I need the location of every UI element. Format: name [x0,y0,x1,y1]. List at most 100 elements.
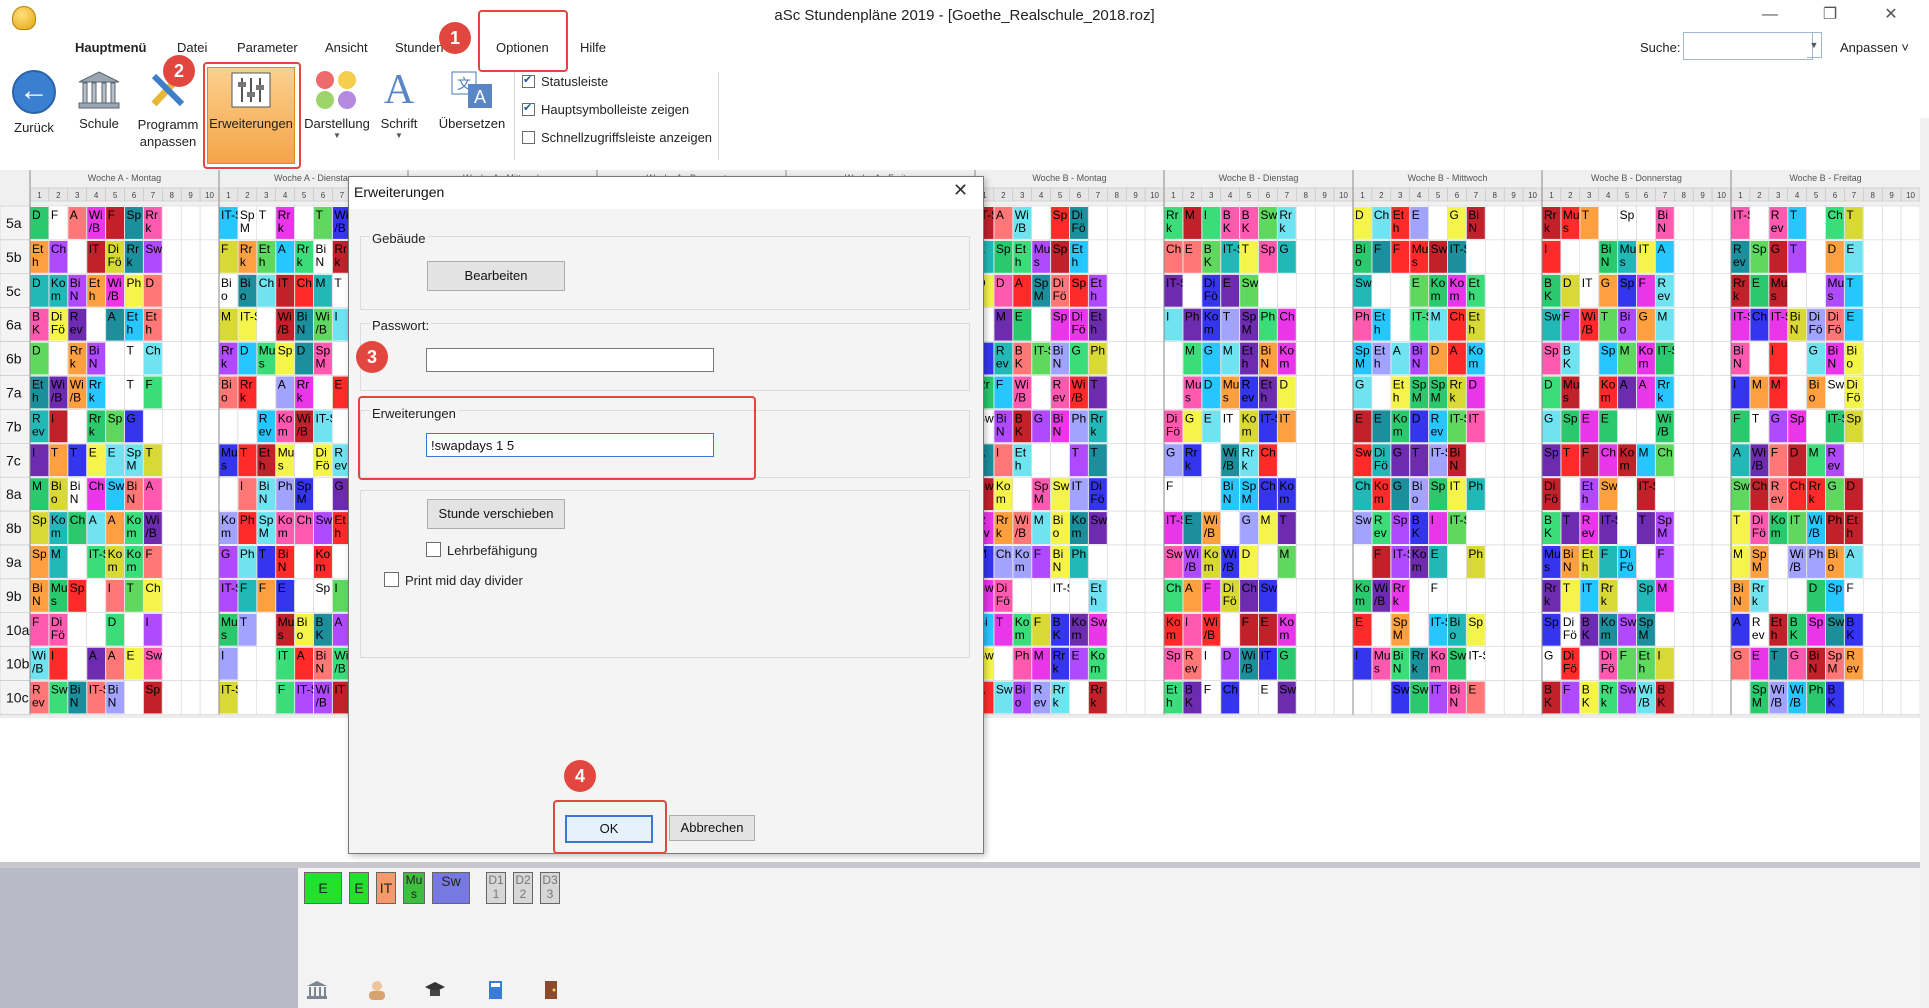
timetable-slot[interactable] [1333,273,1354,308]
timetable-slot[interactable] [1258,273,1278,308]
timetable-slot[interactable] [162,544,182,580]
timetable-slot[interactable] [294,205,314,241]
timetable-slot[interactable] [1900,476,1920,512]
timetable-slot[interactable] [1522,307,1543,342]
tab-parameter[interactable]: Parameter [237,40,298,55]
timetable-slot[interactable] [1333,409,1354,444]
timetable-slot[interactable] [1352,680,1373,715]
timetable-slot[interactable] [180,239,201,275]
timetable-slot[interactable] [162,510,182,546]
timetable-slot[interactable] [1674,476,1694,512]
timetable-slot[interactable] [1012,578,1032,614]
timetable-slot[interactable] [294,578,314,614]
timetable-slot[interactable] [1711,205,1732,241]
timetable-slot[interactable] [1900,646,1920,681]
timetable-slot[interactable] [1844,680,1864,715]
timetable-slot[interactable] [1333,510,1354,546]
timetable-slot[interactable] [1314,409,1335,444]
timetable-slot[interactable] [1787,273,1807,308]
timetable-slot[interactable] [1333,578,1354,614]
timetable-slot[interactable] [1863,646,1883,681]
class-label[interactable]: 5a [6,215,22,231]
timetable-slot[interactable] [1881,680,1902,715]
timetable-slot[interactable] [1144,612,1165,647]
timetable-slot[interactable] [162,578,182,614]
timetable-slot[interactable] [1711,578,1732,614]
timetable-slot[interactable] [1144,510,1165,546]
timetable-slot[interactable] [162,476,182,512]
timetable-slot[interactable] [1560,476,1581,512]
timetable-slot[interactable] [1296,476,1316,512]
timetable-slot[interactable] [1749,341,1770,376]
timetable-slot[interactable] [1125,476,1146,512]
timetable-slot[interactable] [67,239,87,275]
timetable-slot[interactable] [1333,476,1354,512]
timetable-slot[interactable] [199,375,220,410]
timetable-slot[interactable] [1296,239,1316,275]
timetable-slot[interactable] [1881,239,1902,275]
timetable-slot[interactable] [1466,239,1486,275]
close-window-button[interactable]: ✕ [1868,2,1914,28]
timetable-slot[interactable] [1692,409,1713,444]
timetable-slot[interactable] [1900,544,1920,580]
timetable-slot[interactable] [1768,544,1788,580]
timetable-slot[interactable] [1031,307,1051,342]
card-d1[interactable]: D1 1 [486,872,506,904]
card-it[interactable]: IT [376,872,396,904]
timetable-slot[interactable] [1314,307,1335,342]
timetable-slot[interactable] [180,510,201,546]
timetable-slot[interactable] [86,612,106,647]
timetable-slot[interactable] [1069,680,1089,715]
timetable-slot[interactable] [162,409,182,444]
timetable-slot[interactable] [1503,239,1524,275]
main-toolbar-checkbox[interactable]: Hauptsymbolleiste zeigen [522,101,689,117]
timetable-slot[interactable] [1881,307,1902,342]
timetable-slot[interactable] [1881,646,1902,681]
timetable-slot[interactable] [86,578,106,614]
timetable-slot[interactable] [1314,375,1335,410]
timetable-slot[interactable] [1107,205,1127,241]
timetable-slot[interactable] [199,443,220,478]
timetable-slot[interactable] [1333,443,1354,478]
timetable-slot[interactable] [313,476,333,512]
timetable-slot[interactable] [1617,476,1637,512]
quick-access-checkbox[interactable]: Schnellzugriffsleiste anzeigen [522,130,712,145]
timetable-slot[interactable] [237,680,258,715]
timetable-slot[interactable] [1485,273,1505,308]
timetable-slot[interactable] [1522,680,1543,715]
timetable-slot[interactable] [1503,443,1524,478]
timetable-slot[interactable] [1881,409,1902,444]
display-button[interactable]: Darstellung ▼ [302,70,372,140]
card-e[interactable]: E [349,872,369,904]
timetable-slot[interactable] [1674,307,1694,342]
timetable-slot[interactable] [1711,341,1732,376]
timetable-slot[interactable] [1768,578,1788,614]
timetable-slot[interactable] [1031,578,1051,614]
timetable-slot[interactable] [1333,646,1354,681]
timetable-slot[interactable] [1125,510,1146,546]
cancel-button[interactable]: Abbrechen [669,815,755,841]
timetable-slot[interactable] [1296,341,1316,376]
timetable-slot[interactable] [86,307,106,342]
timetable-slot[interactable] [1314,510,1335,546]
card-sw[interactable]: Sw [432,872,470,904]
print-mid-day-divider-checkbox[interactable]: Print mid day divider [384,572,523,588]
timetable-slot[interactable] [1182,476,1203,512]
timetable-slot[interactable] [1900,578,1920,614]
timetable-slot[interactable] [1144,646,1165,681]
timetable-slot[interactable] [1711,443,1732,478]
graduation-cap-icon[interactable] [424,980,446,1000]
timetable-slot[interactable] [105,341,125,376]
timetable-slot[interactable] [162,239,182,275]
timetable-slot[interactable] [124,612,144,647]
timetable-slot[interactable] [1144,341,1165,376]
timetable-slot[interactable] [1088,205,1108,241]
timetable-slot[interactable] [1371,680,1392,715]
timetable-slot[interactable] [199,239,220,275]
timetable-slot[interactable] [1674,341,1694,376]
timetable-slot[interactable] [180,680,201,715]
timetable-slot[interactable] [1692,205,1713,241]
school-button[interactable]: Schule [70,70,128,131]
timetable-slot[interactable] [1730,680,1751,715]
timetable-slot[interactable] [162,273,182,308]
